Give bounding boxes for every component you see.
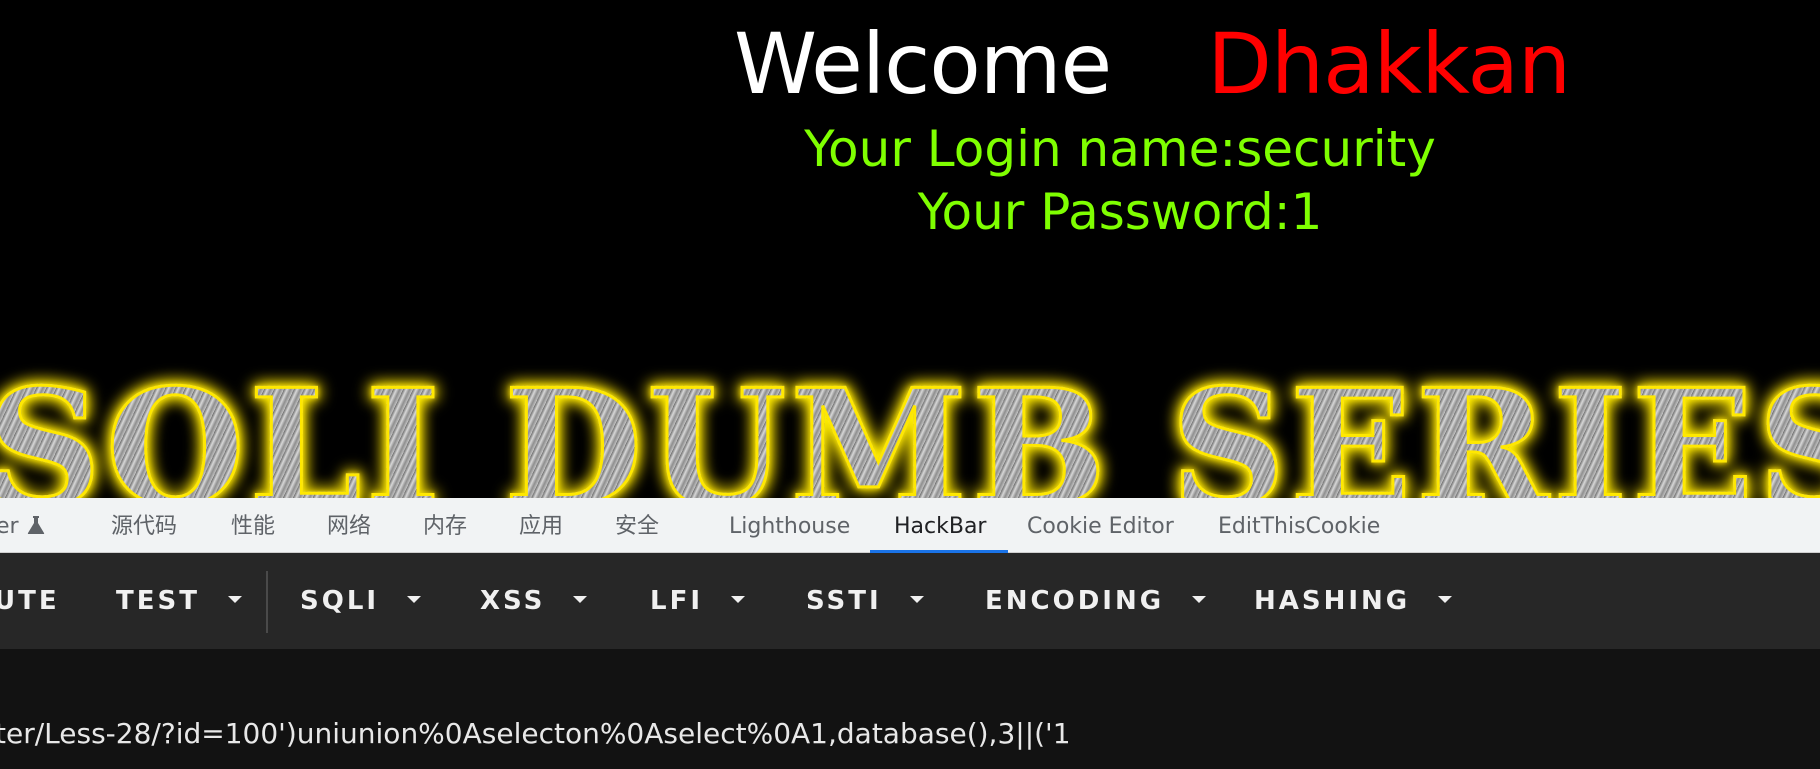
hashing-menu[interactable]: HASHING xyxy=(1254,553,1453,649)
tab-application[interactable]: 应用 xyxy=(519,498,563,552)
caret-down-icon xyxy=(909,596,924,603)
toolbar-divider xyxy=(266,571,268,633)
url-input[interactable]: ter/Less-28/?id=100')uniunion%0Aselecton… xyxy=(0,706,1071,762)
tab-network[interactable]: 网络 xyxy=(327,498,371,552)
tab-sources[interactable]: 源代码 xyxy=(111,498,177,552)
tab-lighthouse[interactable]: Lighthouse xyxy=(729,498,850,552)
screen: Welcome Dhakkan Your Login name:security … xyxy=(0,0,1820,769)
menu-label: UTE xyxy=(0,586,60,616)
tab-label: er xyxy=(0,514,19,539)
tab-hackbar[interactable]: HackBar xyxy=(869,498,1010,553)
execute-button[interactable]: UTE xyxy=(0,553,60,649)
caret-down-icon xyxy=(407,596,422,603)
encoding-menu[interactable]: ENCODING xyxy=(985,553,1207,649)
devtools-tab-strip: er 源代码 性能 网络 内存 应用 安全 Lighthouse HackBar… xyxy=(0,498,1820,553)
hackbar-toolbar: UTE TEST SQLI XSS LFI SSTI ENCODING HASH… xyxy=(0,553,1820,649)
tab-memory[interactable]: 内存 xyxy=(423,498,467,552)
flask-icon xyxy=(27,516,44,534)
caret-down-icon xyxy=(1438,596,1453,603)
caret-down-icon xyxy=(573,596,588,603)
welcome-username: Dhakkan xyxy=(1207,15,1571,113)
tab-recorder[interactable]: er xyxy=(0,498,47,552)
tab-cookie-editor[interactable]: Cookie Editor xyxy=(1027,498,1174,552)
menu-label: SQLI xyxy=(300,586,380,616)
login-name-text: Your Login name:security xyxy=(804,120,1436,178)
caret-down-icon xyxy=(1192,596,1207,603)
menu-label: SSTI xyxy=(806,586,882,616)
caret-down-icon xyxy=(227,596,242,603)
menu-label: HASHING xyxy=(1254,586,1411,616)
caret-down-icon xyxy=(731,596,746,603)
menu-label: LFI xyxy=(650,586,704,616)
menu-label: XSS xyxy=(480,586,546,616)
welcome-word: Welcome xyxy=(734,15,1112,113)
sqli-dumb-series-logo: SQLI DUMB SERIES xyxy=(0,367,1820,530)
ssti-menu[interactable]: SSTI xyxy=(806,553,924,649)
password-text: Your Password:1 xyxy=(917,183,1323,241)
test-menu[interactable]: TEST xyxy=(116,553,242,649)
tab-security[interactable]: 安全 xyxy=(615,498,659,552)
tab-performance[interactable]: 性能 xyxy=(231,498,275,552)
lfi-menu[interactable]: LFI xyxy=(650,553,746,649)
menu-label: ENCODING xyxy=(985,586,1165,616)
welcome-heading: Welcome Dhakkan xyxy=(734,14,1571,114)
tab-editthiscookie[interactable]: EditThisCookie xyxy=(1218,498,1380,552)
menu-label: TEST xyxy=(116,586,200,616)
sqli-menu[interactable]: SQLI xyxy=(300,553,422,649)
xss-menu[interactable]: XSS xyxy=(480,553,588,649)
